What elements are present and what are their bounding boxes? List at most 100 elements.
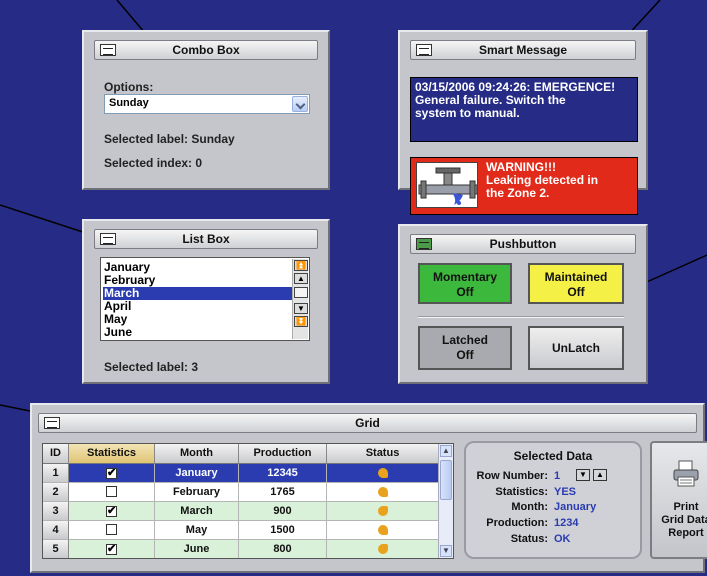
grid-titlebar: Grid <box>38 413 697 433</box>
combo-box-panel: Combo Box Options: Sunday Selected label… <box>82 30 330 190</box>
scroll-down-icon[interactable]: ▼ <box>294 303 308 314</box>
statistics-cell[interactable] <box>69 521 155 540</box>
statistics-checkbox[interactable] <box>106 524 117 535</box>
warning-line-3: the Zone 2. <box>486 186 550 200</box>
production-cell: 1765 <box>239 483 327 502</box>
row-id: 1 <box>43 464 69 483</box>
unlatch-button[interactable]: UnLatch <box>528 326 624 370</box>
list-item[interactable]: April <box>103 300 293 313</box>
scroll-up-icon[interactable]: ▲ <box>294 273 308 284</box>
statistics-checkbox[interactable]: ✔ <box>106 544 117 555</box>
pushbutton-icon <box>416 238 432 250</box>
combo-selected-index: Selected index: 0 <box>104 156 203 170</box>
leaking-pipe-icon <box>416 162 478 208</box>
data-grid[interactable]: ID Statistics Month Production Status 1 … <box>42 443 454 559</box>
column-header-month[interactable]: Month <box>155 444 239 464</box>
list-selected-label: Selected label: 3 <box>104 360 199 374</box>
emergency-message: 03/15/2006 09:24:26: EMERGENCE! General … <box>410 77 638 142</box>
maintained-button[interactable]: Maintained Off <box>528 263 624 304</box>
combo-selected-value: Sunday <box>109 97 149 109</box>
demo-screen: Combo Box Options: Sunday Selected label… <box>0 0 707 576</box>
print-grid-data-report-button[interactable]: Print Grid Data Report <box>650 441 707 559</box>
combo-box-title: Combo Box <box>172 43 240 57</box>
list-item-selected[interactable]: March <box>103 287 293 300</box>
page-up-icon[interactable]: ⏫ <box>294 260 308 271</box>
list-item[interactable]: June <box>103 326 293 339</box>
row-number-value: 1 <box>554 470 561 482</box>
table-row[interactable]: 1 ✔ January 12345 <box>43 464 439 483</box>
month-cell: February <box>155 483 239 502</box>
row-up-button[interactable]: ▲ <box>593 469 607 481</box>
options-label: Options: <box>104 80 154 94</box>
statistics-checkbox[interactable]: ✔ <box>106 468 117 479</box>
month-cell: June <box>155 540 239 558</box>
momentary-state: Off <box>456 285 474 299</box>
month-list-box[interactable]: January February March April May June ⏫ … <box>100 257 310 341</box>
print-label-line-2: Grid Data <box>661 514 707 526</box>
latched-button[interactable]: Latched Off <box>418 326 512 370</box>
grid-scroll-thumb[interactable] <box>440 460 452 500</box>
table-row[interactable]: 3 ✔ March 900 <box>43 502 439 521</box>
selected-data-title: Selected Data <box>513 449 593 463</box>
statistics-cell[interactable]: ✔ <box>69 540 155 558</box>
grid-scroll-up-icon[interactable]: ▲ <box>440 445 452 457</box>
month-cell: January <box>155 464 239 483</box>
row-id: 4 <box>43 521 69 540</box>
warning-text: WARNING!!! Leaking detected in the Zone … <box>486 161 598 200</box>
table-row[interactable]: 2 February 1765 <box>43 483 439 502</box>
status-cell <box>327 540 439 558</box>
production-value: 1234 <box>554 517 579 529</box>
grid-scrollbar[interactable]: ▲ ▼ <box>438 444 453 558</box>
scroll-thumb[interactable] <box>294 287 308 298</box>
grid-title: Grid <box>355 416 380 430</box>
chevron-down-icon[interactable] <box>292 96 308 112</box>
column-header-statistics[interactable]: Statistics <box>69 444 155 464</box>
status-cell <box>327 483 439 502</box>
column-header-id[interactable]: ID <box>43 444 69 464</box>
production-label: Production: <box>486 517 548 529</box>
list-box-title: List Box <box>182 232 230 246</box>
maintained-label: Maintained <box>544 270 608 284</box>
unlatch-label: UnLatch <box>552 341 600 355</box>
row-down-button[interactable]: ▼ <box>576 469 590 481</box>
grid-scroll-down-icon[interactable]: ▼ <box>440 545 452 557</box>
thumbs-down-icon <box>377 506 388 516</box>
thumbs-up-icon <box>377 487 388 497</box>
smart-message-titlebar: Smart Message <box>410 40 636 60</box>
statistics-cell[interactable]: ✔ <box>69 464 155 483</box>
smart-message-title: Smart Message <box>478 43 568 57</box>
column-header-production[interactable]: Production <box>239 444 327 464</box>
status-value: OK <box>554 533 571 545</box>
momentary-button[interactable]: Momentary Off <box>418 263 512 304</box>
pushbutton-titlebar: Pushbutton <box>410 234 636 254</box>
selected-data-box: Selected Data Row Number: 1 ▼ ▲ Statisti… <box>464 441 642 559</box>
statistics-label: Statistics: <box>495 486 548 498</box>
statistics-checkbox[interactable] <box>106 486 117 497</box>
list-scrollbar[interactable]: ⏫ ▲ ▼ ⏬ <box>292 259 308 339</box>
page-down-icon[interactable]: ⏬ <box>294 316 308 327</box>
statistics-cell[interactable] <box>69 483 155 502</box>
month-cell: May <box>155 521 239 540</box>
production-cell: 900 <box>239 502 327 521</box>
list-box-icon <box>100 233 116 245</box>
statistics-checkbox[interactable]: ✔ <box>106 506 117 517</box>
print-label-line-1: Print <box>673 501 699 513</box>
statistics-value: YES <box>554 486 577 498</box>
table-row[interactable]: 4 May 1500 <box>43 521 439 540</box>
production-cell: 12345 <box>239 464 327 483</box>
momentary-label: Momentary <box>432 270 497 284</box>
list-box-titlebar: List Box <box>94 229 318 249</box>
month-value: January <box>554 501 597 513</box>
printer-icon <box>673 460 699 487</box>
thumbs-down-icon <box>377 544 388 554</box>
combo-selected-label: Selected label: Sunday <box>104 132 235 146</box>
pushbutton-divider <box>418 316 624 318</box>
status-cell <box>327 521 439 540</box>
options-combo-box[interactable]: Sunday <box>104 94 310 114</box>
message-line-3: system to manual. <box>415 106 520 120</box>
statistics-cell[interactable]: ✔ <box>69 502 155 521</box>
table-row[interactable]: 5 ✔ June 800 <box>43 540 439 558</box>
list-box-panel: List Box January February March April Ma… <box>82 219 330 384</box>
thumbs-up-icon <box>377 468 388 478</box>
column-header-status[interactable]: Status <box>327 444 439 464</box>
